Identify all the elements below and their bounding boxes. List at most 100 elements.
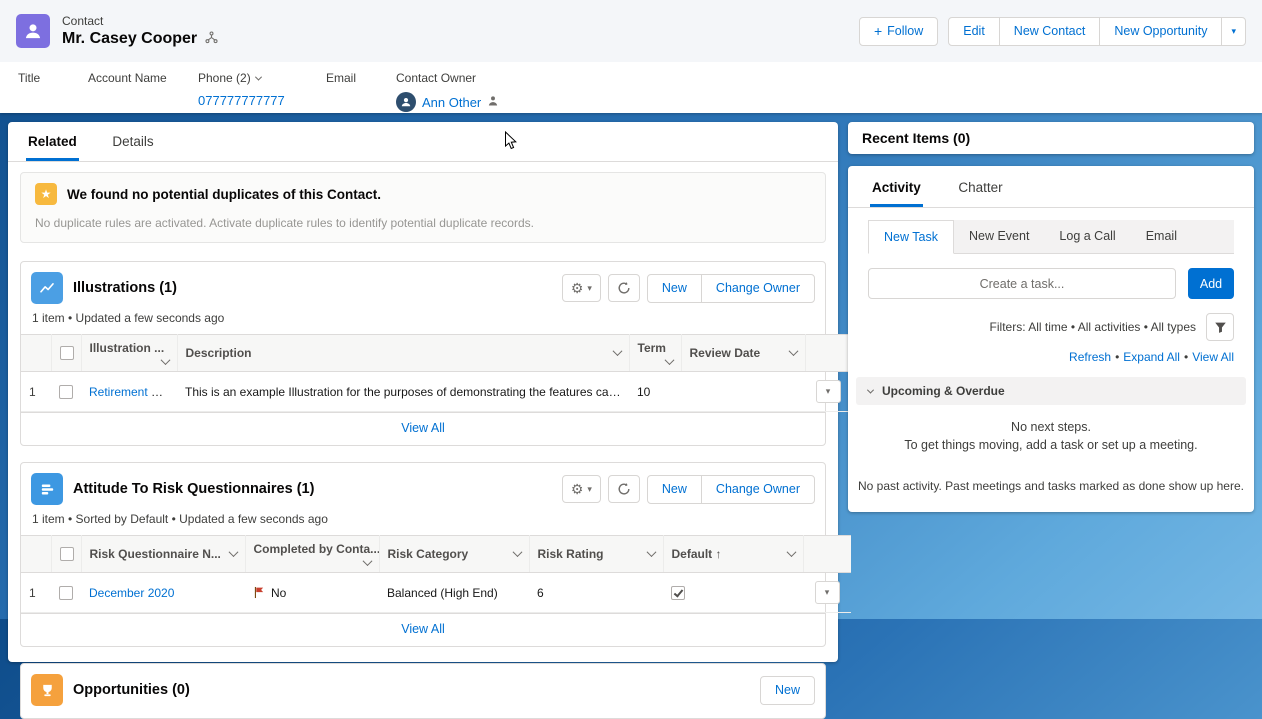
- row-number: 1: [21, 572, 51, 613]
- duplicate-check-icon: ★: [35, 183, 57, 205]
- select-all-cell: [51, 535, 82, 573]
- column-completed-by-contact[interactable]: Completed by Conta...: [245, 535, 380, 573]
- column-risk-questionnaire-name[interactable]: Risk Questionnaire N...: [81, 535, 246, 573]
- illustrations-settings-button[interactable]: ⚙ ▾: [561, 274, 601, 302]
- chevron-down-icon: [612, 346, 622, 357]
- activity-filters-row: Filters: All time • All activities • All…: [868, 313, 1234, 341]
- more-actions-button[interactable]: ▾: [1221, 16, 1246, 46]
- chevron-down-icon: [664, 355, 674, 366]
- subtab-log-a-call[interactable]: Log a Call: [1044, 220, 1130, 253]
- illustrations-section: Illustrations (1) ⚙ ▾ New Change Owner 1…: [20, 261, 851, 446]
- column-illustration[interactable]: Illustration ...: [81, 334, 178, 372]
- illustrations-change-owner-button[interactable]: Change Owner: [700, 273, 815, 303]
- refresh-link[interactable]: Refresh: [1069, 350, 1111, 364]
- select-all-cell: [51, 334, 82, 372]
- column-default[interactable]: Default ↑: [663, 535, 804, 573]
- tab-related[interactable]: Related: [26, 122, 79, 161]
- select-all-checkbox[interactable]: [59, 547, 74, 562]
- row-number-header: [21, 535, 52, 573]
- record-actions: + Follow Edit New Contact New Opportunit…: [858, 16, 1246, 46]
- tab-activity[interactable]: Activity: [870, 166, 923, 207]
- field-account-name-value: [88, 92, 198, 109]
- questionnaires-change-owner-button[interactable]: Change Owner: [700, 474, 815, 504]
- row-actions-button[interactable]: ▾: [815, 380, 841, 403]
- link-separator: •: [1183, 350, 1189, 364]
- subtab-new-task[interactable]: New Task: [868, 220, 954, 254]
- column-risk-rating[interactable]: Risk Rating: [529, 535, 664, 573]
- activity-card: Activity Chatter New Task New Event Log …: [848, 166, 1254, 512]
- field-account-name-label: Account Name: [88, 71, 167, 85]
- refresh-icon: [618, 483, 630, 495]
- questionnaires-refresh-button[interactable]: [607, 475, 640, 503]
- column-description[interactable]: Description: [177, 334, 630, 372]
- tab-details[interactable]: Details: [110, 122, 155, 161]
- default-checkbox[interactable]: [671, 585, 685, 600]
- chevron-down-icon[interactable]: [254, 73, 262, 81]
- change-owner-icon[interactable]: [487, 95, 499, 110]
- chevron-down-icon: [786, 547, 796, 558]
- duplicate-check-description: No duplicate rules are activated. Activa…: [35, 216, 534, 230]
- expand-all-link[interactable]: Expand All: [1123, 350, 1180, 364]
- filter-button[interactable]: [1206, 313, 1234, 341]
- row-actions-button[interactable]: ▾: [814, 581, 840, 604]
- questionnaires-title[interactable]: Attitude To Risk Questionnaires (1): [73, 481, 314, 497]
- follow-button[interactable]: + Follow: [858, 16, 939, 46]
- illustrations-title[interactable]: Illustrations (1): [73, 280, 177, 296]
- add-task-button[interactable]: Add: [1188, 268, 1234, 299]
- new-opportunity-button[interactable]: New Opportunity: [1099, 16, 1223, 46]
- table-row: 1 Retirement Plan This is an example Ill…: [21, 371, 851, 412]
- illustrations-refresh-button[interactable]: [607, 274, 640, 302]
- record-header: Contact Mr. Casey Cooper + Follow Edit N…: [0, 0, 1262, 113]
- illustrations-view-all-link[interactable]: View All: [401, 421, 445, 435]
- row-checkbox[interactable]: [59, 384, 73, 399]
- illustration-review-date: [681, 371, 805, 412]
- follow-button-label: Follow: [887, 24, 924, 38]
- illustrations-new-button[interactable]: New: [646, 273, 702, 303]
- column-term[interactable]: Term: [629, 334, 682, 372]
- phone-link[interactable]: 077777777777: [198, 93, 285, 108]
- completed-by-contact-value: No: [271, 585, 287, 600]
- opportunities-title[interactable]: Opportunities (0): [73, 682, 190, 698]
- chevron-down-icon: [362, 556, 372, 567]
- highlights-panel: Title Account Name Phone (2) 07777777777…: [0, 62, 1262, 112]
- owner-avatar: [396, 92, 416, 112]
- table-row: 1 December 2020 No Balanced (High End) 6: [21, 572, 851, 613]
- subtab-new-event[interactable]: New Event: [954, 220, 1044, 253]
- chevron-down-icon: [228, 547, 238, 558]
- chevron-down-icon: [512, 547, 522, 558]
- actions-column-header: [805, 334, 851, 372]
- recent-items-title: Recent Items (0): [862, 130, 971, 146]
- record-tabbar: Related Details: [8, 122, 838, 162]
- questionnaires-settings-button[interactable]: ⚙ ▾: [561, 475, 601, 503]
- field-email-value: [326, 92, 396, 109]
- activity-subtabs: New Task New Event Log a Call Email: [868, 220, 1234, 254]
- sharing-hierarchy-icon[interactable]: [205, 31, 218, 47]
- edit-button[interactable]: Edit: [948, 16, 1000, 46]
- record-header-top: Contact Mr. Casey Cooper + Follow Edit N…: [0, 0, 1262, 62]
- opportunities-icon: [31, 674, 63, 706]
- risk-rating-value: 6: [529, 572, 663, 613]
- gear-icon: ⚙: [570, 481, 584, 497]
- contact-object-icon: [16, 14, 50, 48]
- questionnaire-name-link[interactable]: December 2020: [89, 586, 174, 600]
- row-checkbox[interactable]: [59, 585, 73, 600]
- illustration-name-link[interactable]: Retirement Plan: [89, 385, 175, 399]
- related-tab-content: ★ We found no potential duplicates of th…: [8, 162, 851, 719]
- view-all-link[interactable]: View All: [1192, 350, 1234, 364]
- column-risk-category[interactable]: Risk Category: [379, 535, 530, 573]
- column-review-date[interactable]: Review Date: [681, 334, 806, 372]
- field-phone-label: Phone (2): [198, 71, 251, 85]
- link-separator: •: [1115, 350, 1120, 364]
- new-contact-button[interactable]: New Contact: [998, 16, 1101, 46]
- chevron-down-icon: [646, 547, 656, 558]
- questionnaires-view-all-link[interactable]: View All: [401, 622, 445, 636]
- select-all-checkbox[interactable]: [59, 346, 74, 361]
- owner-link[interactable]: Ann Other: [422, 95, 481, 110]
- opportunities-new-button[interactable]: New: [759, 675, 815, 705]
- row-select-cell: [51, 371, 81, 412]
- subtab-email[interactable]: Email: [1131, 220, 1192, 253]
- upcoming-overdue-section[interactable]: Upcoming & Overdue: [856, 377, 1246, 405]
- questionnaires-new-button[interactable]: New: [646, 474, 702, 504]
- tab-chatter[interactable]: Chatter: [956, 166, 1004, 207]
- create-task-input[interactable]: [868, 268, 1176, 299]
